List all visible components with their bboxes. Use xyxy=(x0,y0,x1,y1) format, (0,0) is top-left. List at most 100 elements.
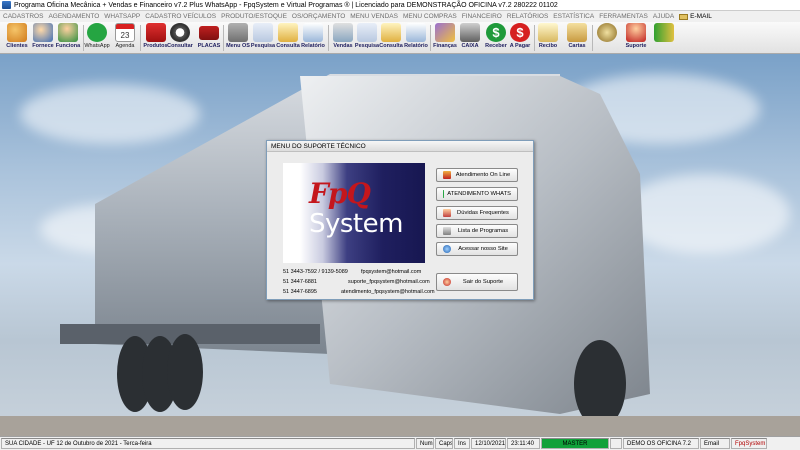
relatorio-os-button[interactable]: Relatório xyxy=(300,23,326,53)
pesquisa-os-label: Pesquisa xyxy=(250,43,276,49)
acessar-site-button[interactable]: Acessar nosso Site xyxy=(436,242,518,256)
a-pagar-label: A Pagar xyxy=(509,43,531,49)
mail-icon xyxy=(679,13,689,20)
suporte-button[interactable]: Suporte xyxy=(624,23,648,53)
status-caps: Caps xyxy=(435,438,453,449)
exit-support-icon xyxy=(443,278,451,286)
consulta-vendas-button[interactable]: Consulta xyxy=(379,23,403,53)
cartas-button[interactable]: Cartas xyxy=(565,23,589,53)
fornece-button[interactable]: Fornece xyxy=(30,23,56,53)
suporte-label: Suporte xyxy=(625,43,647,49)
globe-icon xyxy=(443,245,451,253)
pesquisa-os-button[interactable]: Pesquisa xyxy=(251,23,275,53)
caixa-button[interactable]: CAIXA xyxy=(458,23,482,53)
recibo-button[interactable]: Recibo xyxy=(536,23,560,53)
placas-button[interactable]: PLACAS xyxy=(197,23,221,53)
caixa-label: CAIXA xyxy=(461,43,479,49)
logo-system-text: System xyxy=(309,209,403,239)
sair-suporte-button[interactable]: Sair do Suporte xyxy=(436,273,518,291)
menu-cadastros[interactable]: CADASTROS xyxy=(3,13,43,20)
funciona-button[interactable]: Funciona xyxy=(55,23,81,53)
exit-button[interactable] xyxy=(653,23,675,53)
document-search-icon xyxy=(278,23,298,42)
status-time: 23:11:40 xyxy=(507,438,540,449)
status-brand: FpqSystem xyxy=(731,438,767,449)
cartas-label: Cartas xyxy=(568,43,586,49)
window-title: Programa Oficina Mecânica + Vendas e Fin… xyxy=(14,1,558,9)
relatorio-vendas-button[interactable]: Relatório xyxy=(403,23,429,53)
dollar-red-icon: $ xyxy=(510,23,530,42)
status-email[interactable]: Email xyxy=(700,438,730,449)
calendar-icon: 23 xyxy=(115,23,135,42)
logo-fpq-text: FpQ xyxy=(309,177,371,210)
sales-icon xyxy=(333,23,353,42)
menu-relatorios[interactable]: RELATÓRIOS xyxy=(507,13,548,20)
whatsapp-icon xyxy=(87,23,107,42)
support-dialog: MENU DO SUPORTE TÉCNICO FpQ System Atend… xyxy=(266,140,534,300)
receipt-icon xyxy=(538,23,558,42)
consulta-vendas-label: Consulta xyxy=(379,43,403,49)
menu-whatsapp[interactable]: WHATSAPP xyxy=(104,13,140,20)
menu-email[interactable]: E-MAIL xyxy=(679,13,712,20)
vendas-button[interactable]: Vendas xyxy=(331,23,355,53)
contact-phone-1: 51 3443-7592 / 9139-5089 xyxy=(283,269,348,275)
app-icon xyxy=(2,1,11,9)
financas-button[interactable]: Finanças xyxy=(432,23,458,53)
menu-ajuda[interactable]: AJUDA xyxy=(653,13,674,20)
menu-os-label: Menu OS xyxy=(226,43,250,49)
toolbar-separator xyxy=(592,25,593,51)
status-date: 12/10/2021 xyxy=(471,438,506,449)
menu-os-orcamento[interactable]: OS/ORÇAMENTO xyxy=(292,13,345,20)
whatsapp-label: WhatsApp xyxy=(84,43,110,49)
report-icon xyxy=(303,23,323,42)
produtos-button[interactable]: Produtos xyxy=(143,23,168,53)
lista-programas-button[interactable]: Lista de Programas xyxy=(436,224,518,238)
support-icon xyxy=(626,23,646,42)
agenda-button[interactable]: 23 Agenda xyxy=(113,23,137,53)
contact-phone-3: 51 3447-6895 xyxy=(283,289,317,295)
menu-vendas[interactable]: MENU VENDAS xyxy=(350,13,398,20)
menu-compras[interactable]: MENU COMPRAS xyxy=(403,13,457,20)
status-master-badge: MASTER xyxy=(541,438,609,449)
menu-produto-estoque[interactable]: PRODUTO/ESTOQUE xyxy=(221,13,287,20)
toolbar: Clientes Fornece Funciona WhatsApp 23 Ag… xyxy=(0,22,800,54)
chat-icon xyxy=(443,171,451,179)
title-bar: Programa Oficina Mecânica + Vendas e Fin… xyxy=(0,0,800,11)
menu-cadastro-veiculos[interactable]: CADASTRO VEÍCULOS xyxy=(145,13,216,20)
status-company: DEMO OS OFICINA 7.2 xyxy=(623,438,699,449)
menu-ferramentas[interactable]: FERRAMENTAS xyxy=(599,13,648,20)
contact-phone-2: 51 3447-6881 xyxy=(283,279,317,285)
tools-button[interactable] xyxy=(597,23,617,53)
exit-icon xyxy=(654,23,674,42)
pesquisa-vendas-button[interactable]: Pesquisa xyxy=(355,23,379,53)
consultar-label: Consultar xyxy=(167,43,193,49)
atendimento-whats-label: ATENDIMENTO WHATS xyxy=(447,191,511,197)
agenda-label: Agenda xyxy=(115,43,135,49)
clientes-button[interactable]: Clientes xyxy=(4,23,30,53)
wrench-icon xyxy=(228,23,248,42)
letters-icon xyxy=(567,23,587,42)
consultar-button[interactable]: Consultar xyxy=(167,23,193,53)
a-pagar-button[interactable]: $ A Pagar xyxy=(508,23,532,53)
funciona-label: Funciona xyxy=(55,43,81,49)
supplier-icon xyxy=(33,23,53,42)
menu-estatistica[interactable]: ESTATÍSTICA xyxy=(553,13,594,20)
menu-financeiro[interactable]: FINANCEIRO xyxy=(462,13,502,20)
contact-email-2: suporte_fpqsystem@hotmail.com xyxy=(348,279,430,285)
vendas-label: Vendas xyxy=(333,43,353,49)
placas-label: PLACAS xyxy=(197,43,221,49)
atendimento-whats-button[interactable]: ATENDIMENTO WHATS xyxy=(436,187,518,201)
menu-os-button[interactable]: Menu OS xyxy=(226,23,250,53)
duvidas-frequentes-button[interactable]: Dúvidas Frequentes xyxy=(436,206,518,220)
contact-email-1: fpqsystem@hotmail.com xyxy=(361,269,422,275)
menu-bar: CADASTROS AGENDAMENTO WHATSAPP CADASTRO … xyxy=(0,11,800,22)
truck-icon xyxy=(199,26,219,40)
status-num: Num xyxy=(416,438,434,449)
whatsapp-button[interactable]: WhatsApp xyxy=(84,23,110,53)
toolbar-separator xyxy=(223,25,224,51)
atendimento-online-button[interactable]: Atendimento On Line xyxy=(436,168,518,182)
consulta-os-button[interactable]: Consulta xyxy=(276,23,300,53)
receber-button[interactable]: $ Receber xyxy=(483,23,509,53)
produtos-label: Produtos xyxy=(143,43,168,49)
menu-agendamento[interactable]: AGENDAMENTO xyxy=(48,13,99,20)
